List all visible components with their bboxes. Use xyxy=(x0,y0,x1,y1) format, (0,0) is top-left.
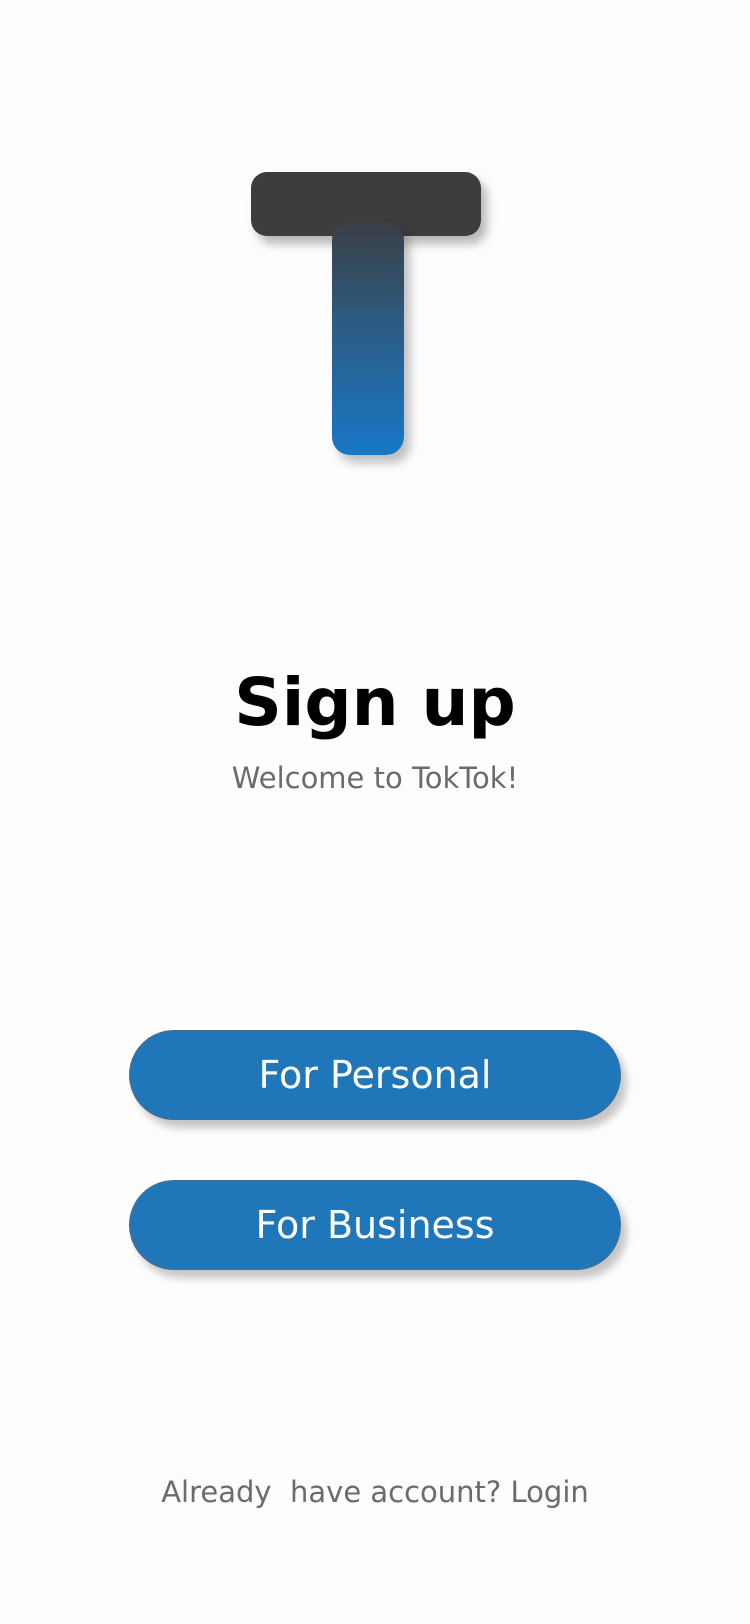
page-title: Sign up xyxy=(234,664,516,741)
login-link[interactable]: Login xyxy=(511,1475,589,1509)
for-business-button[interactable]: For Business xyxy=(129,1180,621,1270)
login-prompt: Already have account? Login xyxy=(0,1478,750,1507)
for-personal-button[interactable]: For Personal xyxy=(129,1030,621,1120)
welcome-subtitle: Welcome to TokTok! xyxy=(231,761,519,795)
logo-stem xyxy=(332,222,404,455)
login-prompt-text: Already have account? xyxy=(161,1475,502,1509)
t-logo-icon xyxy=(0,0,750,500)
